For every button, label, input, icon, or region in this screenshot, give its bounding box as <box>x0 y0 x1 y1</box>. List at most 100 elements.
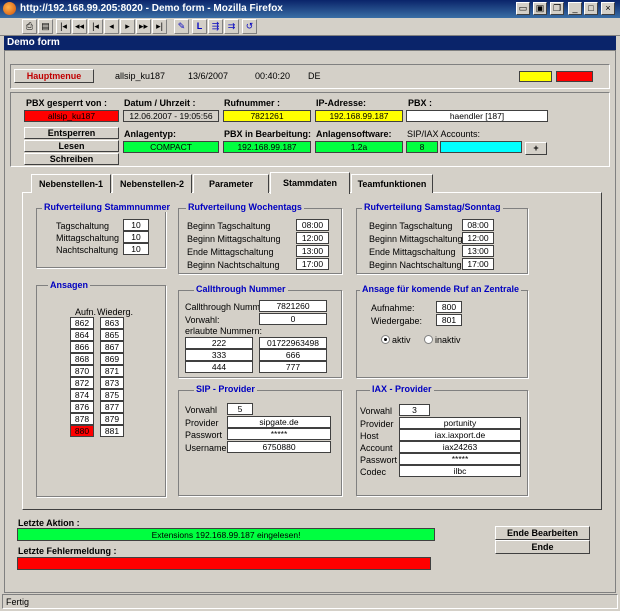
prev-record-icon[interactable]: ◂ <box>104 19 119 34</box>
rv-stamm-label: Tagschaltung <box>56 221 110 231</box>
write-button[interactable]: Schreiben <box>24 153 119 165</box>
window-titlebar: http://192.168.99.205:8020 - Demo form -… <box>0 0 620 18</box>
ansage-play-field[interactable]: 879 <box>100 413 124 425</box>
minimize-button[interactable]: _ <box>568 2 582 15</box>
hauptmenue-button[interactable]: Hauptmenue <box>14 69 94 83</box>
ansage-rec-field[interactable]: 878 <box>70 413 94 425</box>
iax-codec-field[interactable]: ilbc <box>399 465 521 477</box>
radio-inaktiv[interactable] <box>424 335 433 344</box>
maximize-button[interactable]: □ <box>584 2 598 15</box>
sip-provider-field[interactable]: sipgate.de <box>227 416 331 428</box>
next-page-icon[interactable]: ▸▸ <box>136 19 151 34</box>
rv-we-value[interactable]: 08:00 <box>462 219 494 231</box>
rv-wochenende-title: Rufverteilung Samstag/Sonntag <box>362 202 503 212</box>
iax-password-field[interactable]: ***** <box>399 453 521 465</box>
rv-stamm-title: Rufverteilung Stammnummer <box>42 202 173 212</box>
iax-prefix-label: Vorwahl <box>360 406 393 416</box>
sip-title: SIP - Provider <box>194 384 257 394</box>
allowed-number-field[interactable]: 222 <box>185 337 253 349</box>
read-button[interactable]: Lesen <box>24 140 119 152</box>
zoom-button[interactable]: ▣ <box>533 2 547 15</box>
ansage-rec-field[interactable]: 880 <box>70 425 94 437</box>
end-button[interactable]: Ende <box>495 540 590 554</box>
save-icon[interactable]: ▤ <box>38 19 53 34</box>
rv-we-value[interactable]: 17:00 <box>462 258 494 270</box>
iax-account-field[interactable]: iax24263 <box>399 441 521 453</box>
iax-prefix-field[interactable]: 3 <box>399 404 430 416</box>
ansage-play-field[interactable]: 881 <box>100 425 124 437</box>
sip-password-field[interactable]: ***** <box>227 428 331 440</box>
ansage-play-field[interactable]: 865 <box>100 329 124 341</box>
rv-wt-value[interactable]: 12:00 <box>296 232 329 244</box>
sip-username-label: Username <box>185 443 227 453</box>
rv-wt-label: Beginn Nachtschaltung <box>187 260 280 270</box>
header-time: 00:40:20 <box>255 71 291 81</box>
status-bar <box>2 594 618 609</box>
rv-we-label: Beginn Mittagschaltung <box>369 234 463 244</box>
sip-prefix-field[interactable]: 5 <box>227 403 253 415</box>
software-field: 1.2a <box>315 141 403 153</box>
tab-parameter[interactable]: Parameter <box>193 174 269 193</box>
rv-wt-value[interactable]: 08:00 <box>296 219 329 231</box>
prev-icon[interactable]: |◂ <box>88 19 103 34</box>
ansage-rec-field[interactable]: 870 <box>70 365 94 377</box>
allowed-number-field[interactable]: 666 <box>259 349 327 361</box>
callthrough-number-field[interactable]: 7821260 <box>259 300 327 312</box>
rv-stamm-value[interactable]: 10 <box>123 219 149 231</box>
rv-stamm-value[interactable]: 10 <box>123 243 149 255</box>
print-icon[interactable]: ⎙ <box>22 19 37 34</box>
allowed-number-field[interactable]: 01722963498 <box>259 337 327 349</box>
export-icon[interactable]: ⇶ <box>208 19 223 34</box>
toolbar-toggle-button[interactable]: ▭ <box>516 2 530 15</box>
tab-nebenstellen-1[interactable]: Nebenstellen-1 <box>31 174 111 193</box>
rv-we-value[interactable]: 13:00 <box>462 245 494 257</box>
ansage-rec-field[interactable]: 866 <box>70 341 94 353</box>
zentrale-play-field[interactable]: 801 <box>436 314 462 326</box>
allowed-number-field[interactable]: 444 <box>185 361 253 373</box>
ansage-rec-field[interactable]: 862 <box>70 317 94 329</box>
ansage-play-field[interactable]: 869 <box>100 353 124 365</box>
rv-stamm-value[interactable]: 10 <box>123 231 149 243</box>
first-record-icon[interactable]: |◂ <box>56 19 71 34</box>
iax-host-field[interactable]: iax.iaxport.de <box>399 429 521 441</box>
refresh-icon[interactable]: ↺ <box>242 19 257 34</box>
allowed-number-field[interactable]: 777 <box>259 361 327 373</box>
ansage-rec-field[interactable]: 874 <box>70 389 94 401</box>
ansage-play-field[interactable]: 863 <box>100 317 124 329</box>
rv-we-value[interactable]: 12:00 <box>462 232 494 244</box>
sip-username-field[interactable]: 6750880 <box>227 441 331 453</box>
allowed-number-field[interactable]: 333 <box>185 349 253 361</box>
iax-provider-field[interactable]: portunity <box>399 417 521 429</box>
rv-wt-value[interactable]: 13:00 <box>296 245 329 257</box>
zentrale-rec-field[interactable]: 800 <box>436 301 462 313</box>
rv-stamm-label: Mittagschaltung <box>56 233 120 243</box>
tab-stammdaten[interactable]: Stammdaten <box>270 172 350 194</box>
add-account-button[interactable]: + <box>525 142 547 155</box>
l-icon[interactable]: L <box>192 19 207 34</box>
end-edit-button[interactable]: Ende Bearbeiten <box>495 526 590 540</box>
iax-account-label: Account <box>360 443 393 453</box>
next-record-icon[interactable]: ▸ <box>120 19 135 34</box>
radio-aktiv[interactable] <box>381 335 390 344</box>
last-record-icon[interactable]: ▸| <box>152 19 167 34</box>
ansage-rec-field[interactable]: 864 <box>70 329 94 341</box>
ansage-play-field[interactable]: 877 <box>100 401 124 413</box>
edit-icon[interactable]: ✎ <box>174 19 189 34</box>
rv-wt-label: Ende Mittagschaltung <box>187 247 274 257</box>
ansage-play-field[interactable]: 867 <box>100 341 124 353</box>
ansage-rec-field[interactable]: 872 <box>70 377 94 389</box>
close-button[interactable]: × <box>601 2 615 15</box>
callthrough-prefix-field[interactable]: 0 <box>259 313 327 325</box>
restore-icon[interactable]: ❐ <box>550 2 564 15</box>
ansage-play-field[interactable]: 873 <box>100 377 124 389</box>
unlock-button[interactable]: Entsperren <box>24 127 119 139</box>
rv-wt-value[interactable]: 17:00 <box>296 258 329 270</box>
ansage-play-field[interactable]: 871 <box>100 365 124 377</box>
ansage-rec-field[interactable]: 868 <box>70 353 94 365</box>
tab-nebenstellen-2[interactable]: Nebenstellen-2 <box>112 174 192 193</box>
import-icon[interactable]: ⇉ <box>224 19 239 34</box>
prev-page-icon[interactable]: ◂◂ <box>72 19 87 34</box>
ansage-rec-field[interactable]: 876 <box>70 401 94 413</box>
tab-teamfunktionen[interactable]: Teamfunktionen <box>351 174 433 193</box>
ansage-play-field[interactable]: 875 <box>100 389 124 401</box>
